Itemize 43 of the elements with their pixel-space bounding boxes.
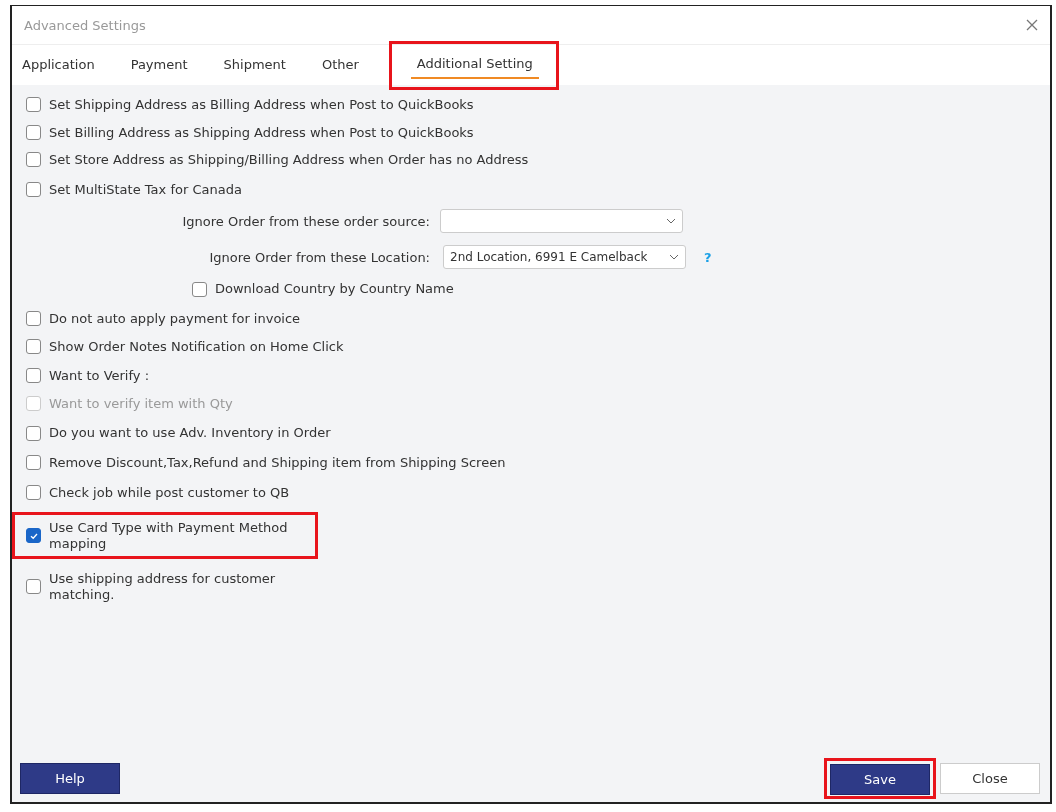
checkbox[interactable] [26,311,41,327]
checkbox-label: Download Country by Country Name [215,281,454,297]
checkbox-label: Want to Verify : [49,368,150,384]
dropdown-field[interactable]: 2nd Location, 6991 E Camelback [443,245,686,270]
checkbox-label: Remove Discount,Tax,Refund and Shipping item from Shipping Screen [49,454,506,471]
field-label: Ignore Order from these order source: [181,213,430,229]
save-button[interactable]: Save [830,763,930,795]
tab[interactable]: Additional Setting [410,52,539,79]
checkbox[interactable] [26,124,41,140]
chevron-down-icon [666,218,676,225]
checkbox-label: Do you want to use Adv. Inventory in Order [49,425,331,441]
checkbox[interactable] [26,579,41,595]
checkbox-label: Set Billing Address as Shipping Address when Post to QuickBooks [49,124,474,141]
checkbox[interactable] [192,281,207,297]
checkbox-label: Want to verify item with Qty [49,395,233,412]
dropdown-field[interactable] [440,209,683,234]
checkbox[interactable] [26,528,41,544]
checkbox-label: Do not auto apply payment for invoice [49,310,301,327]
checkbox-label: Set MultiState Tax for Canada [49,181,242,198]
checkbox-label: Use Card Type with Payment Method mapping [49,520,288,552]
help-button[interactable]: Help [20,762,120,794]
chevron-down-icon [669,254,679,261]
checkbox[interactable] [26,425,41,441]
checkbox[interactable] [26,182,41,198]
checkbox-label: Use shipping address for customer matching. [49,571,277,603]
close-icon[interactable] [1026,19,1038,31]
checkbox[interactable] [26,338,41,354]
tab[interactable]: Payment [124,52,194,78]
checkbox[interactable] [26,484,41,500]
tab[interactable]: Application [16,52,101,78]
checkbox-label: Set Shipping Address as Billing Address when Post to QuickBooks [49,97,474,113]
tab[interactable]: Other [315,52,365,78]
field-label: Ignore Order from these Location: [208,249,430,265]
checkbox-label: Check job while post customer to QB [49,484,290,501]
checkbox-label: Set Store Address as Shipping/Billing Address when Order has no Address [49,152,529,168]
checkbox[interactable] [26,97,41,113]
close-button[interactable]: Close [940,762,1040,794]
checkbox[interactable] [26,152,41,168]
window-title: Advanced Settings [24,17,146,33]
checkbox[interactable] [26,368,41,384]
checkbox[interactable] [26,455,41,471]
checkbox-label: Show Order Notes Notification on Home Click [49,338,344,355]
tab[interactable]: Shipment [217,52,292,78]
